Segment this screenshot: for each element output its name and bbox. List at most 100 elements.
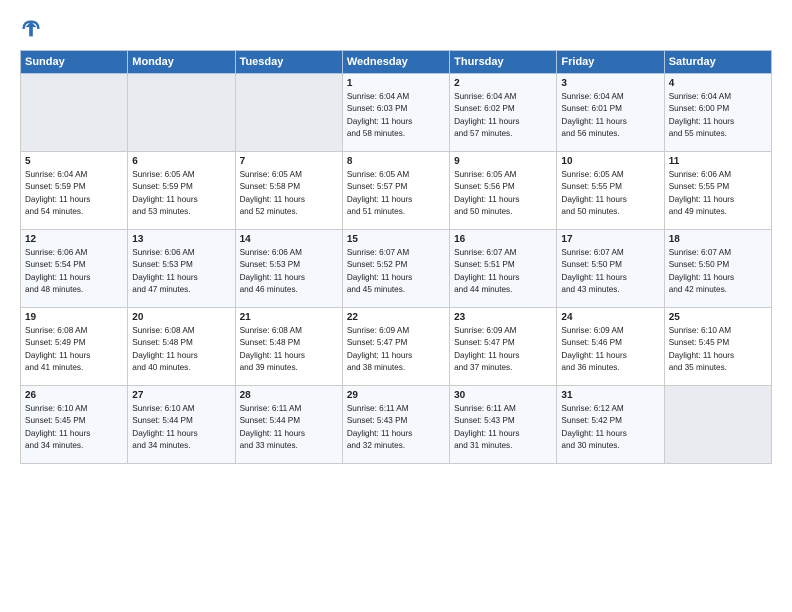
day-info: Sunrise: 6:07 AM Sunset: 5:50 PM Dayligh… <box>561 247 659 296</box>
day-info: Sunrise: 6:07 AM Sunset: 5:50 PM Dayligh… <box>669 247 767 296</box>
weekday-header: Wednesday <box>342 51 449 74</box>
day-info: Sunrise: 6:06 AM Sunset: 5:53 PM Dayligh… <box>132 247 230 296</box>
calendar-week-row: 5 Sunrise: 6:04 AM Sunset: 5:59 PM Daylig… <box>21 152 772 230</box>
day-info: Sunrise: 6:04 AM Sunset: 6:02 PM Dayligh… <box>454 91 552 140</box>
day-info: Sunrise: 6:10 AM Sunset: 5:45 PM Dayligh… <box>669 325 767 374</box>
calendar-day-cell <box>664 386 771 464</box>
calendar-day-cell: 19 Sunrise: 6:08 AM Sunset: 5:49 PM Dayli… <box>21 308 128 386</box>
weekday-header: Thursday <box>450 51 557 74</box>
day-info: Sunrise: 6:09 AM Sunset: 5:47 PM Dayligh… <box>454 325 552 374</box>
day-info: Sunrise: 6:11 AM Sunset: 5:43 PM Dayligh… <box>454 403 552 452</box>
day-number: 28 <box>240 390 338 401</box>
day-info: Sunrise: 6:09 AM Sunset: 5:46 PM Dayligh… <box>561 325 659 374</box>
day-info: Sunrise: 6:07 AM Sunset: 5:51 PM Dayligh… <box>454 247 552 296</box>
day-number: 19 <box>25 312 123 323</box>
day-number: 7 <box>240 156 338 167</box>
calendar-day-cell: 31Sunrise: 6:12 AM Sunset: 5:42 PM Dayli… <box>557 386 664 464</box>
calendar-day-cell: 9 Sunrise: 6:05 AM Sunset: 5:56 PM Daylig… <box>450 152 557 230</box>
calendar-day-cell: 5 Sunrise: 6:04 AM Sunset: 5:59 PM Daylig… <box>21 152 128 230</box>
calendar-day-cell: 11Sunrise: 6:06 AM Sunset: 5:55 PM Dayli… <box>664 152 771 230</box>
day-info: Sunrise: 6:05 AM Sunset: 5:55 PM Dayligh… <box>561 169 659 218</box>
day-number: 24 <box>561 312 659 323</box>
calendar-day-cell: 8 Sunrise: 6:05 AM Sunset: 5:57 PM Daylig… <box>342 152 449 230</box>
calendar-week-row: 12 Sunrise: 6:06 AM Sunset: 5:54 PM Dayli… <box>21 230 772 308</box>
day-info: Sunrise: 6:08 AM Sunset: 5:48 PM Dayligh… <box>240 325 338 374</box>
header-row: SundayMondayTuesdayWednesdayThursdayFrid… <box>21 51 772 74</box>
day-number: 22 <box>347 312 445 323</box>
day-number: 29 <box>347 390 445 401</box>
day-info: Sunrise: 6:04 AM Sunset: 6:00 PM Dayligh… <box>669 91 767 140</box>
calendar-day-cell: 21 Sunrise: 6:08 AM Sunset: 5:48 PM Dayli… <box>235 308 342 386</box>
calendar-day-cell: 3Sunrise: 6:04 AM Sunset: 6:01 PM Daylig… <box>557 74 664 152</box>
calendar-day-cell: 25 Sunrise: 6:10 AM Sunset: 5:45 PM Dayli… <box>664 308 771 386</box>
day-number: 25 <box>669 312 767 323</box>
day-info: Sunrise: 6:08 AM Sunset: 5:48 PM Dayligh… <box>132 325 230 374</box>
calendar-day-cell: 16 Sunrise: 6:07 AM Sunset: 5:51 PM Dayli… <box>450 230 557 308</box>
weekday-header: Tuesday <box>235 51 342 74</box>
day-number: 30 <box>454 390 552 401</box>
calendar-week-row: 26Sunrise: 6:10 AM Sunset: 5:45 PM Dayli… <box>21 386 772 464</box>
day-info: Sunrise: 6:06 AM Sunset: 5:54 PM Dayligh… <box>25 247 123 296</box>
calendar-day-cell: 24 Sunrise: 6:09 AM Sunset: 5:46 PM Dayli… <box>557 308 664 386</box>
calendar-day-cell: 27Sunrise: 6:10 AM Sunset: 5:44 PM Dayli… <box>128 386 235 464</box>
calendar-day-cell <box>128 74 235 152</box>
calendar-day-cell: 6 Sunrise: 6:05 AM Sunset: 5:59 PM Daylig… <box>128 152 235 230</box>
calendar-day-cell: 7 Sunrise: 6:05 AM Sunset: 5:58 PM Daylig… <box>235 152 342 230</box>
weekday-header: Saturday <box>664 51 771 74</box>
day-info: Sunrise: 6:04 AM Sunset: 6:01 PM Dayligh… <box>561 91 659 140</box>
day-number: 15 <box>347 234 445 245</box>
calendar-week-row: 19 Sunrise: 6:08 AM Sunset: 5:49 PM Dayli… <box>21 308 772 386</box>
day-info: Sunrise: 6:05 AM Sunset: 5:56 PM Dayligh… <box>454 169 552 218</box>
day-info: Sunrise: 6:06 AM Sunset: 5:53 PM Dayligh… <box>240 247 338 296</box>
weekday-header: Friday <box>557 51 664 74</box>
day-number: 23 <box>454 312 552 323</box>
calendar-day-cell: 17 Sunrise: 6:07 AM Sunset: 5:50 PM Dayli… <box>557 230 664 308</box>
day-number: 8 <box>347 156 445 167</box>
day-info: Sunrise: 6:05 AM Sunset: 5:57 PM Dayligh… <box>347 169 445 218</box>
calendar-day-cell: 4 Sunrise: 6:04 AM Sunset: 6:00 PM Daylig… <box>664 74 771 152</box>
calendar-table: SundayMondayTuesdayWednesdayThursdayFrid… <box>20 50 772 464</box>
calendar-day-cell: 15 Sunrise: 6:07 AM Sunset: 5:52 PM Dayli… <box>342 230 449 308</box>
calendar-day-cell: 12 Sunrise: 6:06 AM Sunset: 5:54 PM Dayli… <box>21 230 128 308</box>
day-number: 20 <box>132 312 230 323</box>
day-number: 5 <box>25 156 123 167</box>
day-number: 9 <box>454 156 552 167</box>
day-info: Sunrise: 6:05 AM Sunset: 5:58 PM Dayligh… <box>240 169 338 218</box>
calendar-day-cell: 18Sunrise: 6:07 AM Sunset: 5:50 PM Dayli… <box>664 230 771 308</box>
day-info: Sunrise: 6:08 AM Sunset: 5:49 PM Dayligh… <box>25 325 123 374</box>
day-number: 17 <box>561 234 659 245</box>
day-number: 21 <box>240 312 338 323</box>
day-number: 26 <box>25 390 123 401</box>
weekday-header: Sunday <box>21 51 128 74</box>
day-info: Sunrise: 6:09 AM Sunset: 5:47 PM Dayligh… <box>347 325 445 374</box>
day-info: Sunrise: 6:11 AM Sunset: 5:44 PM Dayligh… <box>240 403 338 452</box>
calendar-day-cell: 1 Sunrise: 6:04 AM Sunset: 6:03 PM Daylig… <box>342 74 449 152</box>
calendar-day-cell: 14Sunrise: 6:06 AM Sunset: 5:53 PM Dayli… <box>235 230 342 308</box>
calendar-day-cell: 26Sunrise: 6:10 AM Sunset: 5:45 PM Dayli… <box>21 386 128 464</box>
day-info: Sunrise: 6:06 AM Sunset: 5:55 PM Dayligh… <box>669 169 767 218</box>
calendar-day-cell: 10 Sunrise: 6:05 AM Sunset: 5:55 PM Dayli… <box>557 152 664 230</box>
calendar-day-cell: 2 Sunrise: 6:04 AM Sunset: 6:02 PM Daylig… <box>450 74 557 152</box>
day-info: Sunrise: 6:04 AM Sunset: 6:03 PM Dayligh… <box>347 91 445 140</box>
logo-icon <box>20 18 42 40</box>
day-info: Sunrise: 6:05 AM Sunset: 5:59 PM Dayligh… <box>132 169 230 218</box>
day-number: 6 <box>132 156 230 167</box>
calendar-day-cell: 28 Sunrise: 6:11 AM Sunset: 5:44 PM Dayli… <box>235 386 342 464</box>
day-info: Sunrise: 6:07 AM Sunset: 5:52 PM Dayligh… <box>347 247 445 296</box>
day-number: 10 <box>561 156 659 167</box>
page-header <box>20 18 772 40</box>
day-number: 16 <box>454 234 552 245</box>
day-number: 12 <box>25 234 123 245</box>
day-info: Sunrise: 6:12 AM Sunset: 5:42 PM Dayligh… <box>561 403 659 452</box>
day-info: Sunrise: 6:04 AM Sunset: 5:59 PM Dayligh… <box>25 169 123 218</box>
calendar-day-cell: 20 Sunrise: 6:08 AM Sunset: 5:48 PM Dayli… <box>128 308 235 386</box>
calendar-day-cell: 29Sunrise: 6:11 AM Sunset: 5:43 PM Dayli… <box>342 386 449 464</box>
calendar-day-cell <box>235 74 342 152</box>
calendar-day-cell <box>21 74 128 152</box>
day-number: 2 <box>454 78 552 89</box>
day-number: 27 <box>132 390 230 401</box>
calendar-day-cell: 13Sunrise: 6:06 AM Sunset: 5:53 PM Dayli… <box>128 230 235 308</box>
calendar-day-cell: 30 Sunrise: 6:11 AM Sunset: 5:43 PM Dayli… <box>450 386 557 464</box>
day-number: 4 <box>669 78 767 89</box>
day-number: 1 <box>347 78 445 89</box>
